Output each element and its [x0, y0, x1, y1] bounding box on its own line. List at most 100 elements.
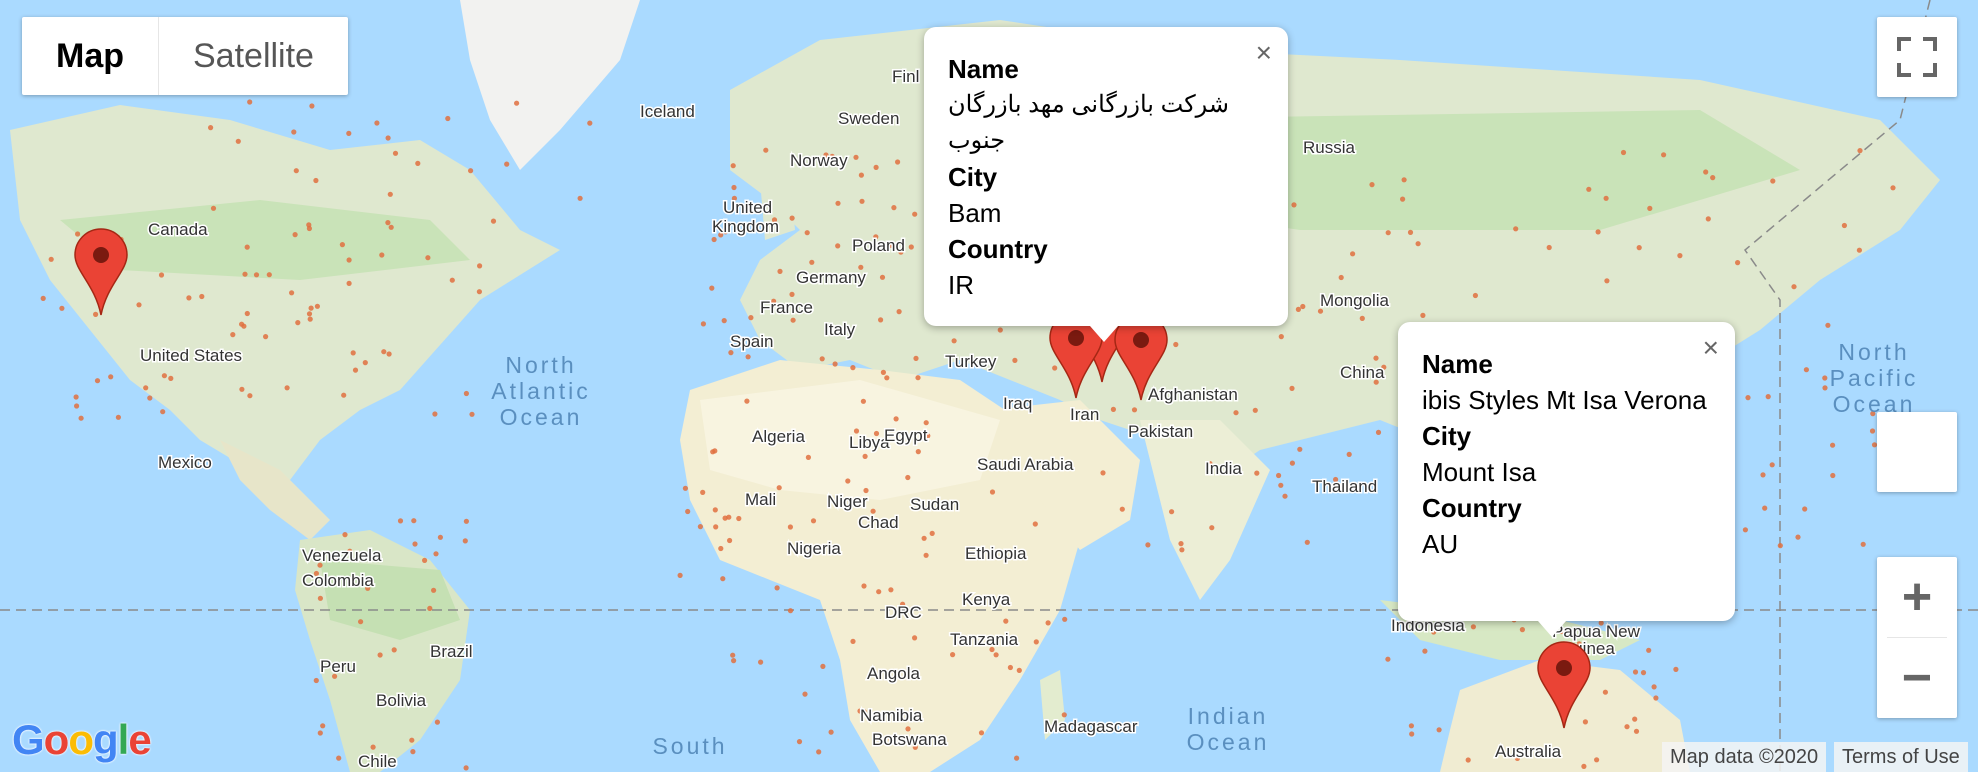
city-dot — [1546, 244, 1552, 251]
city-dot — [1762, 505, 1768, 511]
city-dot — [1620, 149, 1627, 156]
country-label: Russia — [1303, 138, 1356, 157]
city-dot — [385, 135, 391, 141]
city-dot — [1179, 547, 1185, 553]
street-view-control[interactable] — [1877, 412, 1957, 492]
country-label: Country — [1422, 493, 1522, 523]
city-dot — [805, 454, 812, 460]
city-dot — [352, 367, 359, 373]
city-dot — [997, 327, 1003, 333]
city-dot — [710, 449, 716, 455]
city-dot — [912, 211, 918, 217]
city-dot — [1169, 509, 1175, 515]
city-dot — [391, 647, 397, 653]
city-dot — [463, 390, 469, 397]
map-type-control[interactable]: Map Satellite — [22, 17, 348, 95]
google-logo[interactable]: Google — [12, 716, 152, 764]
city-dot — [713, 524, 719, 530]
country-label: Nigeria — [787, 539, 841, 558]
city-dot — [1710, 175, 1716, 181]
city-dot — [923, 420, 929, 426]
city-dot — [1647, 205, 1653, 211]
city-dot — [244, 310, 250, 317]
fullscreen-button[interactable] — [1877, 17, 1957, 97]
city-dot — [1045, 620, 1051, 626]
city-dot — [504, 161, 510, 167]
city-label: City — [1422, 421, 1472, 451]
country-label: Peru — [320, 657, 356, 676]
city-dot — [787, 608, 794, 614]
close-icon[interactable]: × — [1256, 39, 1272, 67]
city-dot — [1604, 278, 1610, 284]
city-dot — [358, 619, 364, 625]
city-dot — [1830, 442, 1836, 448]
city-dot — [744, 398, 750, 404]
city-dot — [1513, 226, 1519, 232]
city-dot — [199, 293, 205, 300]
city-dot — [161, 373, 167, 379]
city-dot — [1415, 241, 1421, 247]
zoom-out-button[interactable]: − — [1877, 638, 1957, 718]
hotel-name: شرکت بازرگانی مهد بازرگان جنوب — [948, 91, 1229, 154]
city-dot — [1295, 306, 1301, 312]
city-dot — [143, 385, 149, 391]
city-dot — [346, 257, 352, 263]
country-label: Australia — [1495, 742, 1562, 761]
city-dot — [816, 749, 822, 755]
city-dot — [266, 272, 272, 278]
city-dot — [317, 595, 323, 601]
city-dot — [94, 378, 101, 384]
city-dot — [1254, 470, 1260, 476]
city-dot — [677, 572, 683, 579]
info-window-bam[interactable]: × Name شرکت بازرگانی مهد بازرگان جنوب Ci… — [924, 27, 1288, 342]
city-dot — [1582, 719, 1588, 725]
city-dot — [462, 538, 468, 544]
city-dot — [239, 321, 245, 327]
country-label: Sweden — [838, 109, 899, 128]
city-dot — [434, 719, 440, 725]
city-dot — [1012, 357, 1018, 363]
city-dot — [320, 723, 326, 729]
map-data-attribution: Map data ©2020 — [1662, 742, 1827, 772]
city-dot — [1770, 178, 1776, 184]
city-dot — [158, 272, 165, 278]
city-dot — [820, 663, 826, 670]
city-value: Mount Isa — [1422, 457, 1537, 487]
city-dot — [339, 242, 345, 248]
city-dot — [346, 130, 352, 136]
city-dot — [1407, 229, 1414, 235]
terms-of-use-link[interactable]: Terms of Use — [1834, 742, 1968, 772]
city-dot — [48, 256, 54, 262]
city-dot — [385, 220, 391, 226]
city-value: Bam — [948, 198, 1002, 228]
close-icon[interactable]: × — [1703, 334, 1719, 362]
city-dot — [1289, 460, 1295, 466]
city-dot — [1581, 763, 1587, 770]
city-dot — [810, 518, 817, 524]
city-dot — [1586, 186, 1592, 192]
city-dot — [308, 305, 314, 311]
city-dot — [293, 168, 299, 174]
city-dot — [514, 100, 520, 106]
city-dot — [1661, 152, 1667, 158]
map-type-satellite-button[interactable]: Satellite — [159, 17, 348, 95]
city-dot — [1465, 757, 1471, 763]
world-map[interactable]: Iceland Sweden Finl Norway United Kingdom Pola… — [0, 0, 1978, 772]
city-dot — [789, 215, 795, 221]
info-window-mount-isa[interactable]: × Name ibis Styles Mt Isa Verona City Mo… — [1398, 322, 1735, 637]
city-dot — [1653, 695, 1659, 701]
city-dot — [809, 259, 815, 265]
city-dot — [896, 309, 902, 315]
zoom-in-button[interactable]: + — [1877, 557, 1957, 637]
zoom-control[interactable]: + − — [1877, 557, 1957, 718]
city-dot — [880, 369, 887, 375]
city-dot — [895, 159, 901, 165]
city-dot — [878, 317, 884, 323]
city-dot — [758, 659, 764, 665]
map-type-map-button[interactable]: Map — [22, 17, 159, 95]
city-dot — [362, 360, 368, 366]
city-dot — [427, 605, 433, 612]
city-dot — [381, 349, 387, 355]
city-dot — [915, 449, 921, 455]
city-dot — [1276, 472, 1282, 479]
